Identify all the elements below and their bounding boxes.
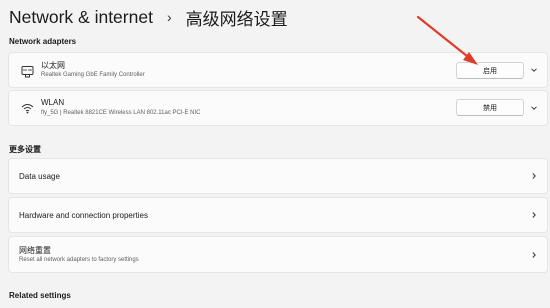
wifi-icon: [20, 101, 34, 115]
network-reset-description: Reset all network adapters to factory se…: [19, 257, 139, 263]
network-reset-row[interactable]: 网络重置 Reset all network adapters to facto…: [8, 236, 548, 273]
wlan-adapter-row[interactable]: WLAN fly_5G | Realtek 8821CE Wireless LA…: [8, 90, 548, 126]
hardware-connection-properties-row[interactable]: Hardware and connection properties: [8, 197, 548, 233]
chevron-down-icon[interactable]: [530, 66, 538, 74]
ethernet-icon: [20, 64, 34, 78]
enable-button[interactable]: 启用: [456, 62, 524, 79]
page-title: 高级网络设置: [185, 9, 288, 30]
chevron-right-icon: [530, 211, 538, 219]
chevron-right-icon: [530, 172, 538, 180]
data-usage-row[interactable]: Data usage: [8, 158, 548, 194]
related-settings-heading: Related settings: [9, 291, 71, 300]
network-adapters-heading: Network adapters: [9, 37, 77, 46]
adapter-description: Realtek Gaming GbE Family Controller: [41, 72, 145, 78]
adapter-name: WLAN: [41, 98, 65, 107]
hardware-connection-properties-label: Hardware and connection properties: [19, 211, 148, 220]
adapter-name: 以太网: [41, 61, 65, 70]
data-usage-label: Data usage: [19, 172, 60, 181]
chevron-down-icon[interactable]: [530, 104, 538, 112]
breadcrumb-network-internet-link[interactable]: Network & internet: [9, 7, 153, 28]
more-settings-heading: 更多设置: [9, 145, 41, 154]
chevron-right-icon: [530, 251, 538, 259]
network-reset-label: 网络重置: [19, 246, 51, 255]
breadcrumb-chevron-icon: ›: [166, 9, 172, 25]
breadcrumb: Network & internet › 高级网络设置: [9, 4, 288, 30]
ethernet-adapter-row[interactable]: 以太网 Realtek Gaming GbE Family Controller…: [8, 52, 548, 88]
adapter-description: fly_5G | Realtek 8821CE Wireless LAN 802…: [41, 110, 201, 116]
disable-button[interactable]: 禁用: [456, 99, 524, 116]
